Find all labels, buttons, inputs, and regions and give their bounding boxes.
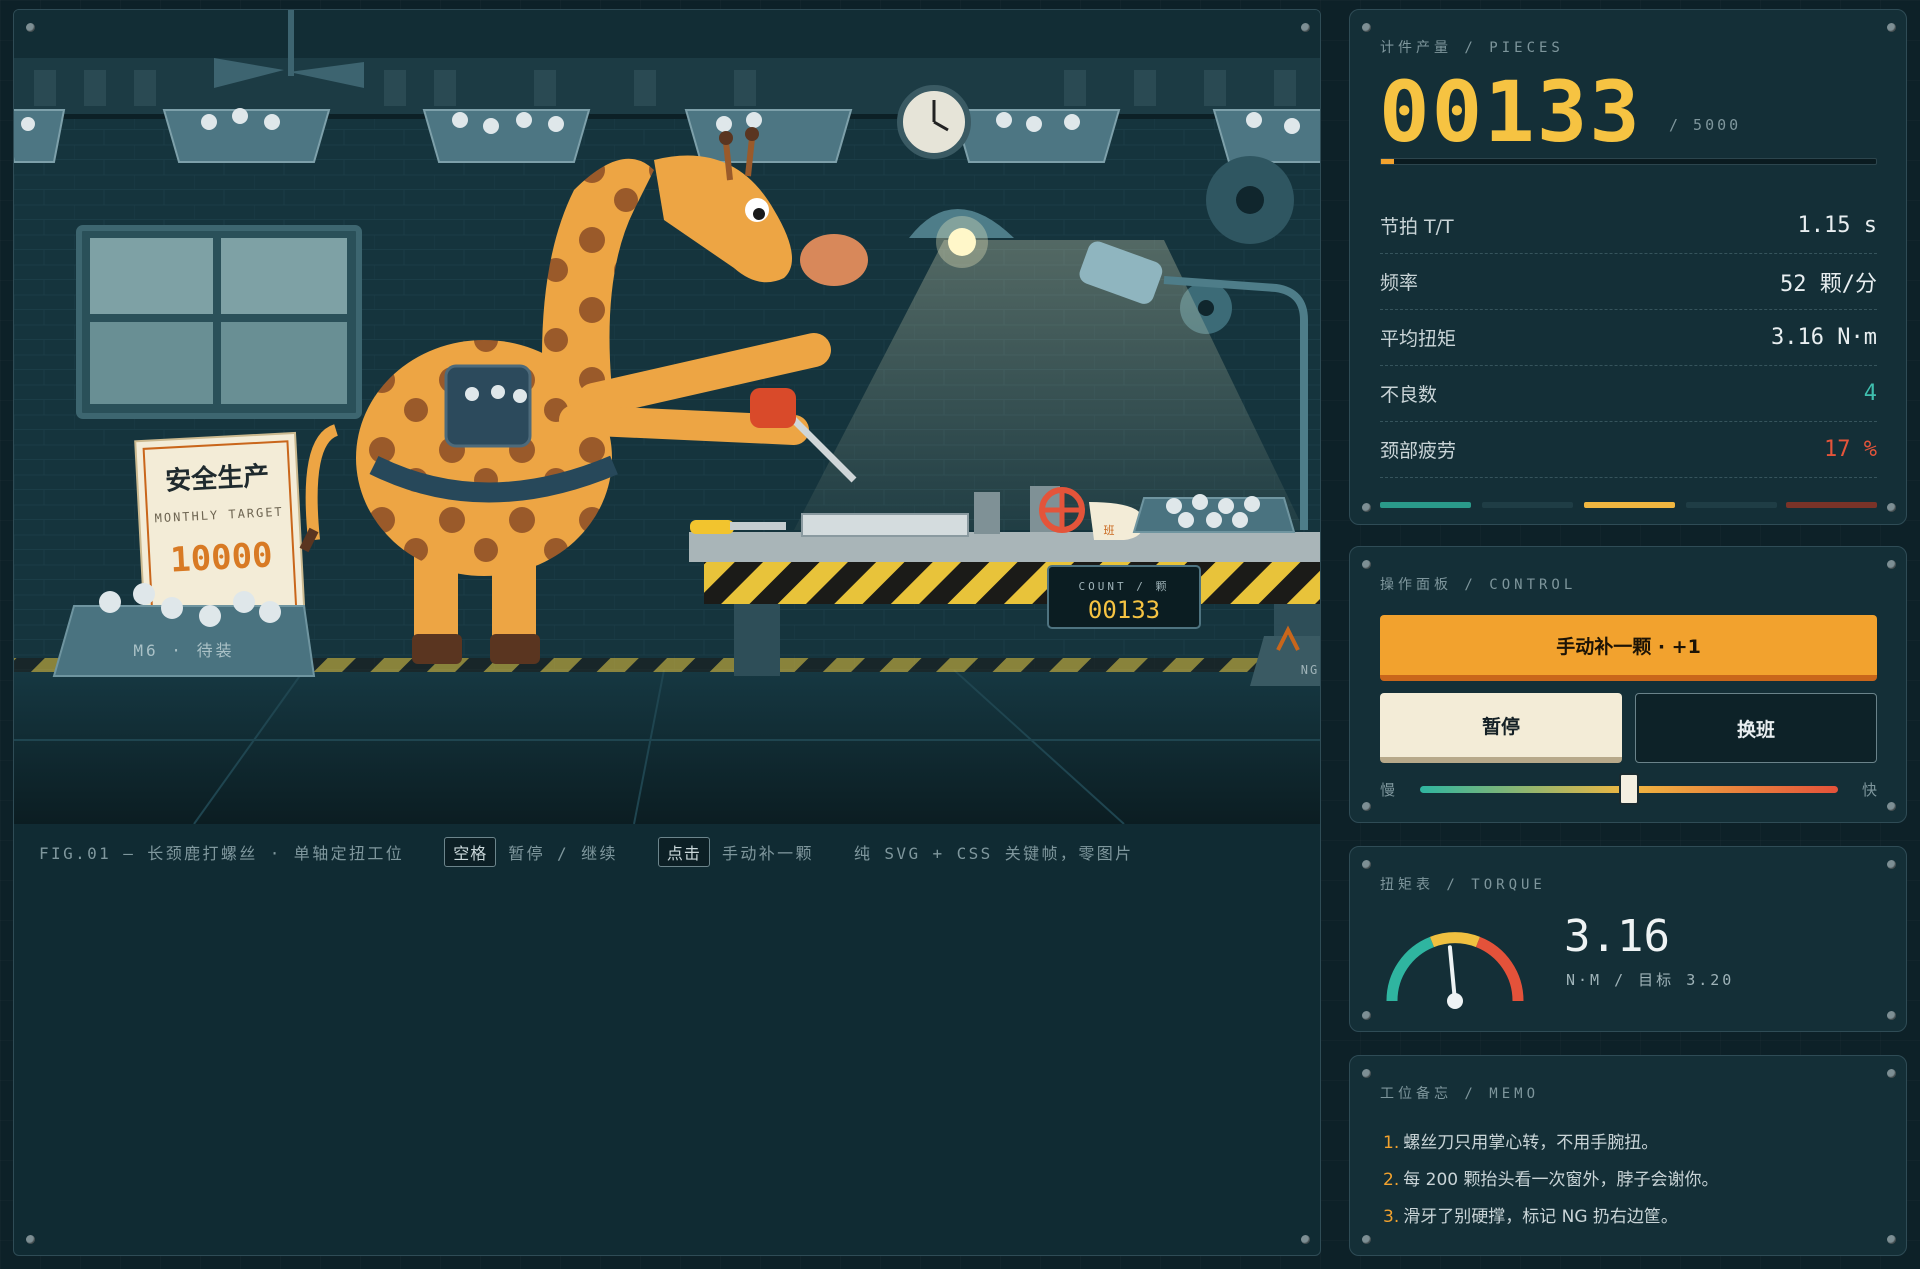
memo-panel: 工位备忘 / MEMO 1. 螺丝刀只用掌心转，不用手腕扭。 2. 每 200 颗抬… (1349, 1055, 1907, 1256)
stat-row-defects: 不良数 4 (1380, 366, 1877, 422)
pieces-panel-title: 计件产量 / PIECES (1380, 40, 1564, 56)
memo-item-number: 1. (1383, 1133, 1400, 1153)
status-segment (1482, 502, 1573, 508)
stat-value: 4 (1863, 381, 1877, 406)
memo-item-text: 滑牙了别硬撑，标记 NG 扔右边筐。 (1403, 1207, 1678, 1227)
rivet-icon (1887, 23, 1896, 32)
rivet-icon (1887, 1235, 1896, 1244)
stat-label: 节拍 T/T (1380, 216, 1454, 238)
click-action: 手动补一颗 (721, 844, 814, 863)
rivet-icon (1362, 560, 1371, 569)
stat-value: 1.15 s (1797, 213, 1877, 238)
shift-change-button[interactable]: 换班 (1635, 693, 1877, 763)
piece-target: / 5000 (1669, 116, 1742, 134)
stat-row-fatigue: 颈部疲劳 17 % (1380, 422, 1877, 478)
rivet-icon (1362, 1011, 1371, 1020)
stat-value: 3.16 N·m (1771, 325, 1877, 350)
control-panel: 操作面板 / CONTROL 手动补一颗 · +1 暂停 换班 慢 快 (1349, 546, 1907, 823)
status-segment (1380, 502, 1471, 508)
status-segment (1584, 502, 1675, 508)
stat-row-torque: 平均扭矩 3.16 N·m (1380, 310, 1877, 366)
memo-item-text: 螺丝刀只用掌心转，不用手腕扭。 (1403, 1133, 1659, 1153)
rivet-icon (1887, 503, 1896, 512)
rivet-icon (1887, 1069, 1896, 1078)
space-key-action: 暂停 / 继续 (508, 844, 618, 863)
rivet-icon (1362, 503, 1371, 512)
giraffe-workstation-scene[interactable]: 安全生产 MONTHLY TARGET 10000 M6 · 待装 班 COUN… (14, 10, 1321, 824)
counter-label: COUNT / 颗 (1079, 580, 1170, 593)
rivet-icon (1362, 23, 1371, 32)
bin-label: M6 · 待装 (133, 641, 234, 660)
rivet-icon (1887, 860, 1896, 869)
manual-add-button[interactable]: 手动补一颗 · +1 (1380, 615, 1877, 681)
memo-panel-title: 工位备忘 / MEMO (1380, 1086, 1540, 1102)
gauge-pivot (1447, 993, 1463, 1009)
rivet-icon (1301, 1235, 1310, 1244)
tech-note: 纯 SVG + CSS 关键帧，零图片 (853, 844, 1134, 863)
speed-fast-label: 快 (1862, 781, 1878, 799)
piece-count: 00133 (1379, 63, 1642, 161)
counter-value: 00133 (1088, 596, 1160, 624)
poster-value: 10000 (169, 535, 273, 580)
rivet-icon (1887, 802, 1896, 811)
click-hint: 点击 (657, 837, 710, 867)
memo-item-number: 2. (1383, 1170, 1400, 1190)
figure-caption: FIG.01 — 长颈鹿打螺丝 · 单轴定扭工位 (39, 844, 405, 863)
pieces-panel: 计件产量 / PIECES 00133 / 5000 节拍 T/T 1.15 s… (1349, 9, 1907, 525)
production-progress-fill (1381, 159, 1395, 164)
status-segment (1786, 502, 1877, 508)
workstation-stage[interactable]: 安全生产 MONTHLY TARGET 10000 M6 · 待装 班 COUN… (13, 9, 1321, 1256)
rivet-icon (1362, 860, 1371, 869)
stat-value: 52 颗/分 (1780, 271, 1877, 297)
stat-label: 不良数 (1380, 384, 1438, 406)
memo-item: 1. 螺丝刀只用掌心转，不用手腕扭。 (1383, 1128, 1658, 1153)
rivet-icon (1301, 23, 1310, 32)
stat-label: 颈部疲劳 (1380, 440, 1457, 462)
memo-item: 3. 滑牙了别硬撑，标记 NG 扔右边筐。 (1383, 1202, 1678, 1227)
reject-bin-label: NG (1301, 663, 1319, 677)
caption-row: FIG.01 — 长颈鹿打螺丝 · 单轴定扭工位 空格 暂停 / 继续 点击 手… (14, 824, 1320, 880)
mug-label: 班 (1104, 524, 1115, 537)
stat-value: 17 % (1824, 437, 1877, 462)
control-panel-title: 操作面板 / CONTROL (1380, 577, 1577, 593)
stat-label: 平均扭矩 (1380, 328, 1457, 350)
memo-item-text: 每 200 颗抬头看一次窗外，脖子会谢你。 (1403, 1170, 1719, 1190)
speed-slider-thumb[interactable] (1619, 773, 1639, 805)
torque-panel-title: 扭矩表 / TORQUE (1380, 877, 1546, 893)
stat-row-rate: 频率 52 颗/分 (1380, 254, 1877, 310)
stat-label: 频率 (1380, 272, 1419, 294)
poster-title: 安全生产 (165, 460, 270, 496)
torque-gauge (1386, 932, 1524, 1009)
rivet-icon (1362, 802, 1371, 811)
memo-item-number: 3. (1383, 1207, 1400, 1227)
gauge-needle (1447, 945, 1457, 1003)
torque-unit-target: N·M / 目标 3.20 (1566, 971, 1735, 989)
torque-value: 3.16 (1564, 911, 1670, 962)
rivet-icon (1887, 560, 1896, 569)
rivet-icon (26, 1235, 35, 1244)
rivet-icon (1362, 1069, 1371, 1078)
rivet-icon (1362, 1235, 1371, 1244)
rivet-icon (26, 23, 35, 32)
space-key-hint: 空格 (444, 837, 497, 867)
stat-row-takt: 节拍 T/T 1.15 s (1380, 198, 1877, 254)
memo-item: 2. 每 200 颗抬头看一次窗外，脖子会谢你。 (1383, 1165, 1719, 1190)
production-progress-bar (1380, 158, 1877, 165)
torque-panel: 扭矩表 / TORQUE 3.16 N·M / 目标 3.20 (1349, 846, 1907, 1032)
status-segment (1686, 502, 1777, 508)
pause-button[interactable]: 暂停 (1380, 693, 1622, 763)
speed-slow-label: 慢 (1380, 781, 1396, 799)
rivet-icon (1887, 1011, 1896, 1020)
